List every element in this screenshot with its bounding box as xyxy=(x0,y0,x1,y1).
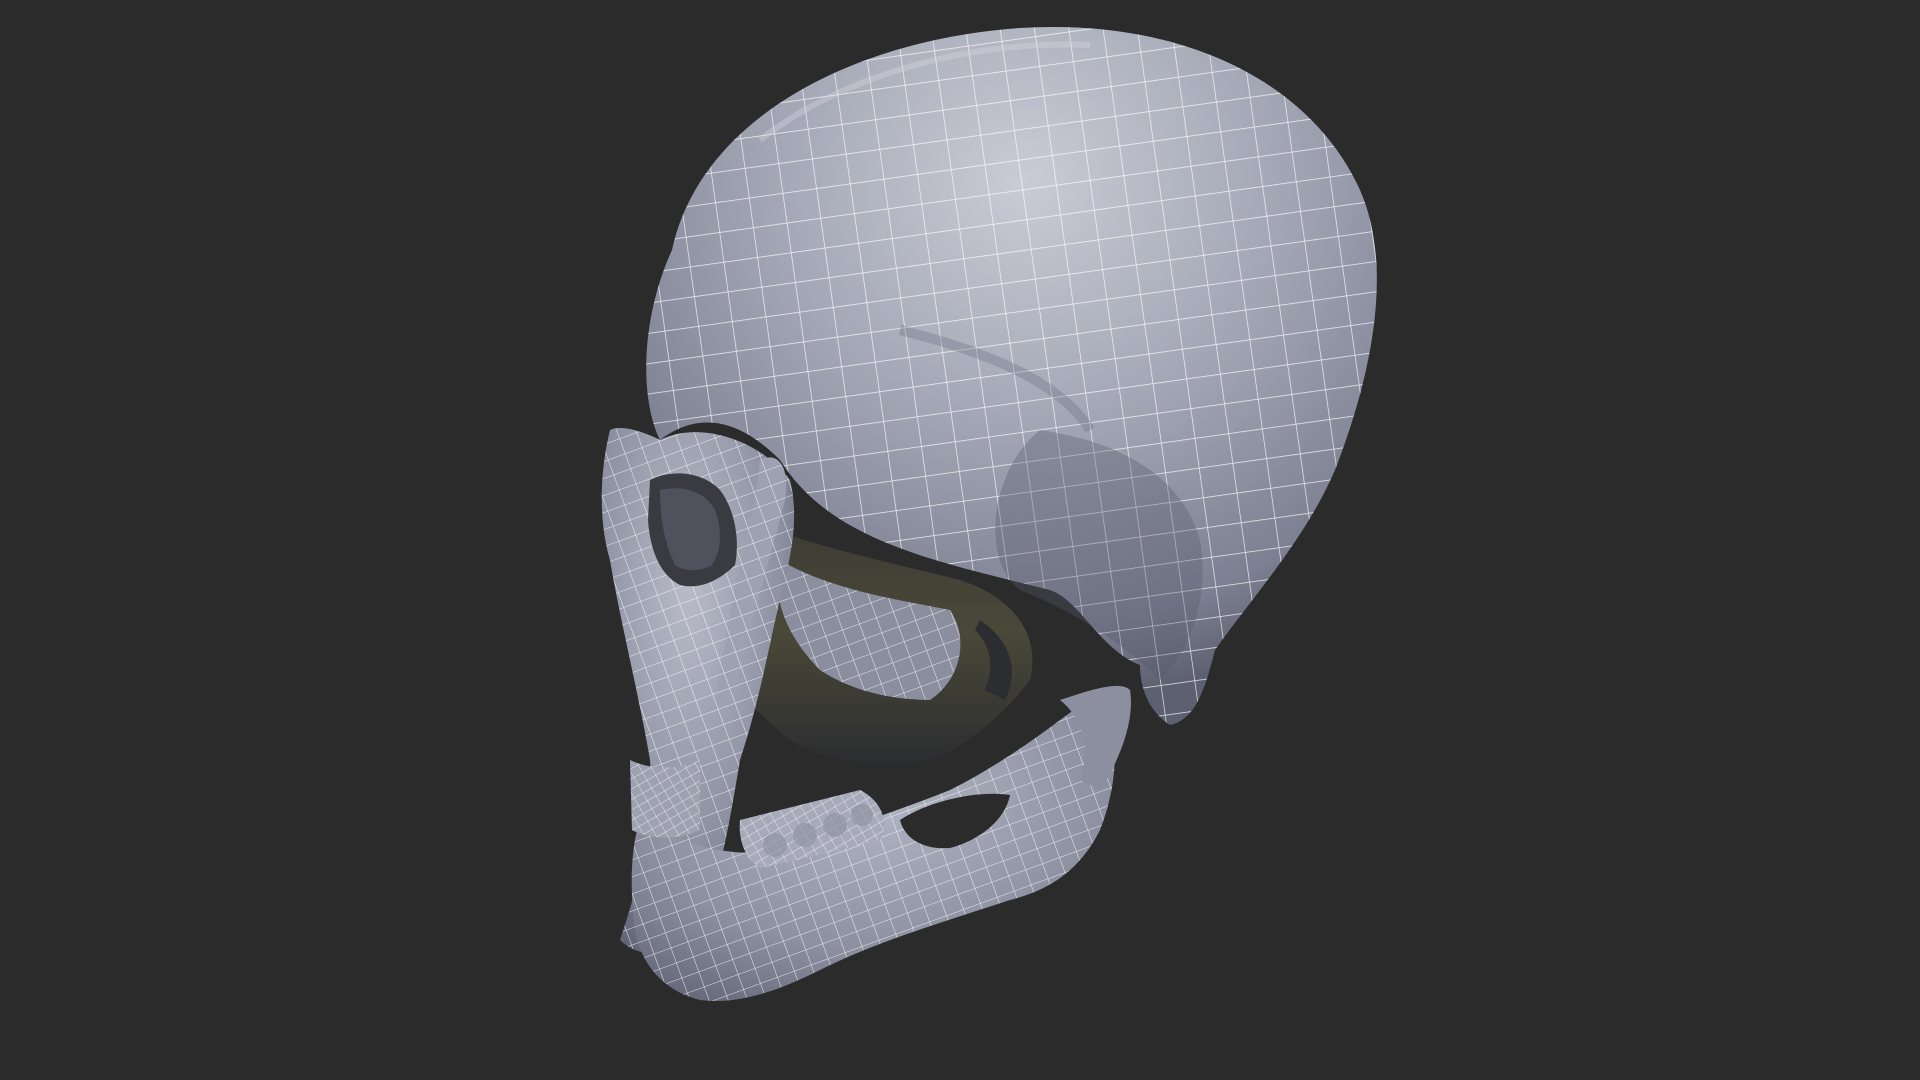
skull-render xyxy=(601,26,1377,1001)
render-viewport xyxy=(0,0,1920,1080)
